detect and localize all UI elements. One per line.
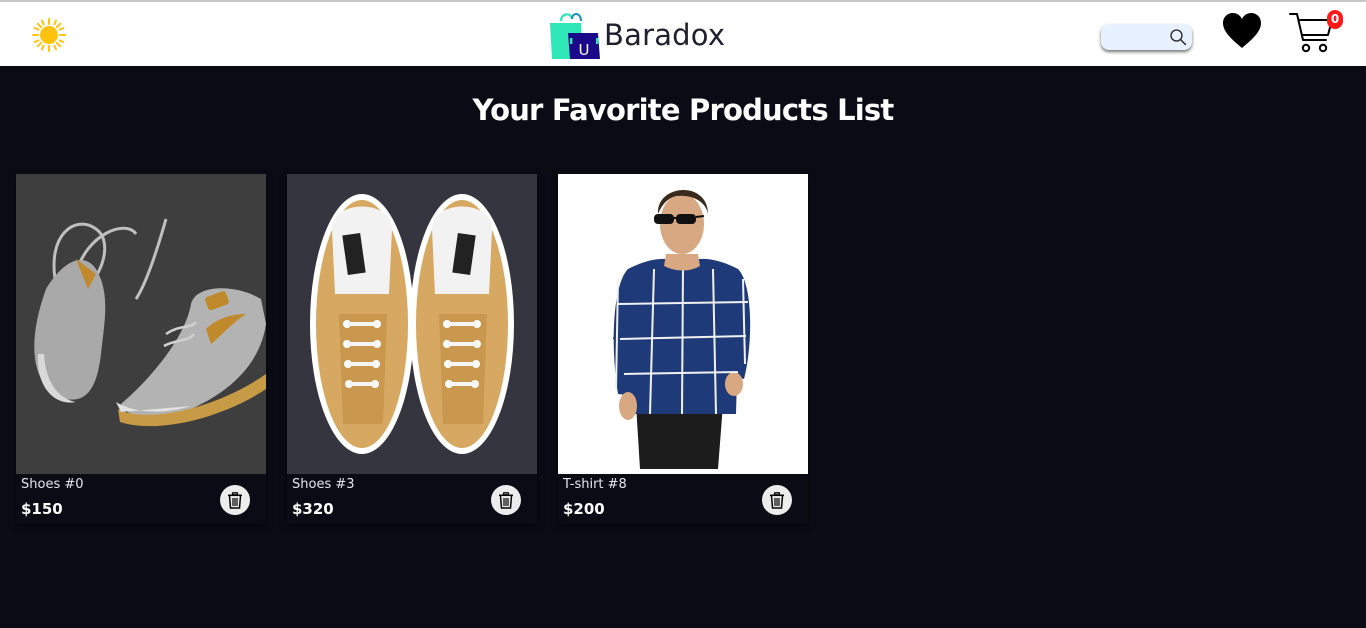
product-name: Shoes #3 [292, 477, 355, 492]
product-name: Shoes #0 [21, 477, 84, 492]
brand-name: Baradox [604, 18, 726, 52]
remove-favorite-button[interactable] [762, 485, 792, 515]
search-box [1101, 24, 1192, 50]
search-input[interactable] [1107, 25, 1169, 49]
brand-logo-link[interactable]: U Baradox [550, 10, 725, 60]
remove-favorite-button[interactable] [491, 485, 521, 515]
product-card[interactable]: Shoes #3 $320 [287, 174, 537, 524]
shopping-bag-logo-icon: U [550, 13, 600, 59]
page-title: Your Favorite Products List [472, 93, 895, 127]
heart-icon [1223, 13, 1261, 48]
product-card[interactable]: Shoes #0 $150 [16, 174, 266, 524]
remove-favorite-button[interactable] [220, 485, 250, 515]
cart-count-badge: 0 [1327, 10, 1343, 29]
trash-icon [228, 491, 242, 509]
top-navbar: U Baradox 0 [0, 0, 1366, 66]
product-card[interactable]: T-shirt #8 $200 [558, 174, 808, 524]
trash-icon [499, 491, 513, 509]
cart-button[interactable]: 0 [1287, 8, 1343, 56]
product-image[interactable] [287, 174, 537, 474]
product-image[interactable] [558, 174, 808, 474]
favorites-button[interactable] [1222, 12, 1262, 50]
sun-icon [32, 18, 66, 52]
product-price: $150 [21, 500, 63, 518]
theme-toggle-button[interactable] [31, 17, 67, 53]
product-image[interactable] [16, 174, 266, 474]
product-price: $200 [563, 500, 605, 518]
logo-letter: U [579, 41, 590, 59]
product-name: T-shirt #8 [563, 477, 627, 492]
trash-icon [770, 491, 784, 509]
product-price: $320 [292, 500, 334, 518]
search-icon[interactable] [1169, 28, 1187, 46]
